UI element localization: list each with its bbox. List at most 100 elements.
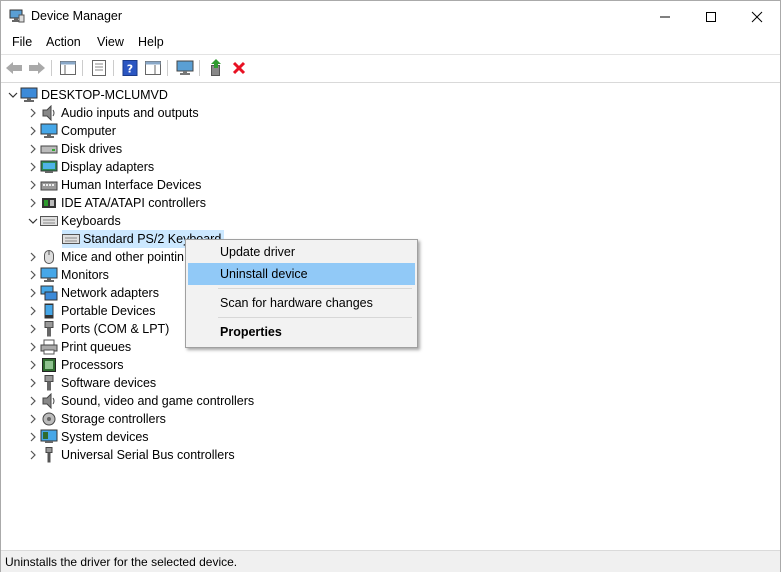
toolbar-separator: [113, 60, 114, 76]
tree-root[interactable]: DESKTOP-MCLUMVD: [6, 86, 168, 104]
status-text: Uninstalls the driver for the selected d…: [5, 555, 238, 569]
menu-item-label: Scan for hardware changes: [220, 296, 373, 310]
menu-file[interactable]: File: [11, 35, 33, 49]
chevron-right-icon[interactable]: [26, 176, 40, 194]
forward-button[interactable]: [27, 59, 47, 77]
maximize-button[interactable]: [688, 1, 734, 32]
svg-text:?: ?: [127, 63, 133, 76]
chevron-right-icon[interactable]: [26, 392, 40, 410]
chevron-right-icon[interactable]: [26, 266, 40, 284]
chevron-right-icon[interactable]: [26, 320, 40, 338]
chevron-right-icon[interactable]: [26, 410, 40, 428]
chevron-right-icon[interactable]: [26, 446, 40, 464]
monitor-icon: [40, 123, 58, 139]
tree-item-ports[interactable]: Ports (COM & LPT): [26, 320, 169, 338]
properties-toolbar-button[interactable]: [89, 59, 109, 77]
tree-item-software-devices[interactable]: Software devices: [26, 374, 156, 392]
chevron-right-icon[interactable]: [26, 140, 40, 158]
close-button[interactable]: [734, 1, 780, 32]
tree-item-computer[interactable]: Computer: [26, 122, 116, 140]
tree-item-print-queues[interactable]: Print queues: [26, 338, 131, 356]
tree-item-label: Disk drives: [61, 142, 123, 156]
menu-help[interactable]: Help: [137, 35, 165, 49]
menu-item-label: Properties: [220, 325, 282, 339]
tree-item-disk-drives[interactable]: Disk drives: [26, 140, 122, 158]
tree-item-keyboards[interactable]: Keyboards: [26, 212, 121, 230]
close-icon: [751, 11, 763, 22]
update-driver-icon: [211, 59, 221, 76]
tree-item-label: Display adapters: [61, 160, 155, 174]
toolbar: ?: [1, 54, 780, 83]
tree-item-storage[interactable]: Storage controllers: [26, 410, 166, 428]
show-hide-console-tree-button[interactable]: [58, 59, 78, 77]
speaker-icon: [40, 105, 58, 121]
context-menu: Update driver Uninstall device Scan for …: [185, 239, 418, 348]
chevron-right-icon[interactable]: [26, 302, 40, 320]
tree-item-portable[interactable]: Portable Devices: [26, 302, 156, 320]
delete-x-icon: [232, 61, 246, 75]
chevron-right-icon[interactable]: [26, 356, 40, 374]
tree-item-label: Print queues: [61, 340, 132, 354]
tree-item-label: Portable Devices: [61, 304, 156, 318]
chevron-right-icon[interactable]: [26, 104, 40, 122]
tree-item-network[interactable]: Network adapters: [26, 284, 159, 302]
tree-item-label: Computer: [61, 124, 116, 138]
uninstall-device-toolbar-button[interactable]: [229, 59, 249, 77]
tree-item-system-devices[interactable]: System devices: [26, 428, 149, 446]
network-adapter-icon: [40, 285, 58, 301]
chevron-right-icon[interactable]: [26, 428, 40, 446]
scan-hardware-toolbar-button[interactable]: [175, 59, 195, 77]
tree-item-label: Mice and other pointin: [61, 250, 184, 264]
back-arrow-icon: [6, 62, 22, 74]
chevron-right-icon[interactable]: [26, 338, 40, 356]
tree-item-ide[interactable]: IDE ATA/ATAPI controllers: [26, 194, 206, 212]
tree-item-mice[interactable]: Mice and other pointin: [26, 248, 184, 266]
status-bar: Uninstalls the driver for the selected d…: [1, 550, 780, 572]
display-adapter-icon: [40, 159, 58, 175]
window-title: Device Manager: [31, 9, 123, 23]
chevron-right-icon[interactable]: [26, 284, 40, 302]
chevron-right-icon[interactable]: [26, 158, 40, 176]
help-toolbar-button[interactable]: ?: [120, 59, 140, 77]
tree-item-sound[interactable]: Sound, video and game controllers: [26, 392, 254, 410]
keyboard-icon: [40, 213, 58, 229]
keyboard-icon: [62, 231, 80, 247]
toolbar-separator: [82, 60, 83, 76]
tree-item-processors[interactable]: Processors: [26, 356, 124, 374]
back-button[interactable]: [4, 59, 24, 77]
tree-item-usb[interactable]: Universal Serial Bus controllers: [26, 446, 235, 464]
maximize-icon: [706, 11, 716, 22]
chevron-down-icon[interactable]: [6, 86, 20, 104]
properties-sheet-icon: [92, 60, 106, 76]
port-icon: [40, 321, 58, 337]
chevron-right-icon[interactable]: [26, 374, 40, 392]
update-driver-toolbar-button[interactable]: [206, 59, 226, 77]
tree-item-label: IDE ATA/ATAPI controllers: [61, 196, 206, 210]
uninstall-device-menu-item[interactable]: Uninstall device: [188, 263, 415, 285]
tree-item-hid[interactable]: Human Interface Devices: [26, 176, 201, 194]
chevron-right-icon[interactable]: [26, 194, 40, 212]
tree-item-display-adapters[interactable]: Display adapters: [26, 158, 154, 176]
menu-action[interactable]: Action: [45, 35, 82, 49]
properties-menu-item[interactable]: Properties: [188, 321, 415, 343]
tree-item-audio[interactable]: Audio inputs and outputs: [26, 104, 199, 122]
portable-device-icon: [40, 303, 58, 319]
chevron-right-icon[interactable]: [26, 248, 40, 266]
chevron-down-icon[interactable]: [26, 212, 40, 230]
tree-item-monitors[interactable]: Monitors: [26, 266, 109, 284]
tree-item-label: Storage controllers: [61, 412, 166, 426]
action-pane-button[interactable]: [143, 59, 163, 77]
minimize-button[interactable]: [642, 1, 688, 32]
tree-item-label: Network adapters: [61, 286, 159, 300]
usb-icon: [40, 447, 58, 463]
tree-item-label: Human Interface Devices: [61, 178, 202, 192]
menu-view[interactable]: View: [96, 35, 125, 49]
tree-item-label: Keyboards: [61, 214, 121, 228]
update-driver-menu-item[interactable]: Update driver: [188, 241, 415, 263]
chevron-right-icon[interactable]: [26, 122, 40, 140]
menu-separator: [218, 317, 412, 318]
scan-hardware-menu-item[interactable]: Scan for hardware changes: [188, 292, 415, 314]
device-manager-app-icon: [9, 9, 25, 23]
minimize-icon: [660, 16, 670, 17]
tree-item-label: Audio inputs and outputs: [61, 106, 199, 120]
